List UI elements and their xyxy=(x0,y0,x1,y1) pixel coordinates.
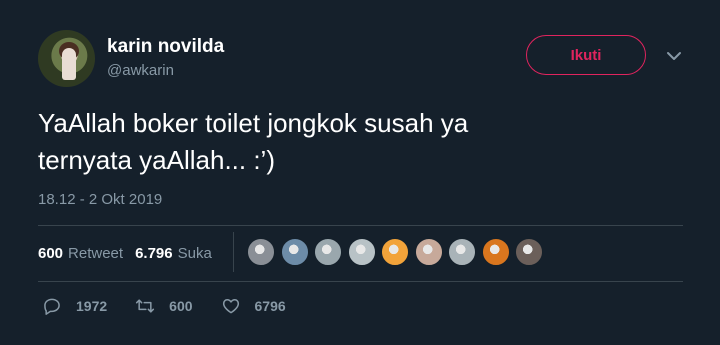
liker-avatar-3[interactable] xyxy=(314,238,342,266)
reply-count: 1972 xyxy=(76,298,108,314)
likes-label[interactable]: Suka xyxy=(178,245,212,262)
tweet-text-line-1: YaAllah boker toilet jongkok susah ya xyxy=(38,108,469,138)
reply-action[interactable]: 1972 xyxy=(42,296,107,316)
like-count: 6796 xyxy=(254,298,286,314)
liker-avatar-1[interactable] xyxy=(247,238,275,266)
retweets-count[interactable]: 600 xyxy=(38,245,63,262)
chevron-down-icon[interactable] xyxy=(666,50,682,62)
liker-avatar-6[interactable] xyxy=(414,238,443,266)
tweet-stats: 600 Retweet 6.796 Suka xyxy=(38,242,224,264)
user-handle[interactable]: @awkarin xyxy=(107,62,174,79)
tweet-actions: 1972 600 6796 xyxy=(42,296,314,316)
stats-separator xyxy=(233,232,234,272)
retweet-count: 600 xyxy=(169,298,193,314)
retweet-icon xyxy=(136,299,155,313)
display-name[interactable]: karin novilda xyxy=(107,36,224,58)
star-avatar[interactable] xyxy=(481,238,510,266)
retweet-action[interactable]: 600 xyxy=(135,296,193,316)
tweet-text-line-2: ternyata yaAllah... :’) xyxy=(38,145,275,175)
follow-button[interactable]: Ikuti xyxy=(526,35,646,75)
retweets-label[interactable]: Retweet xyxy=(68,245,123,262)
like-action[interactable]: 6796 xyxy=(221,296,286,316)
avatar-figure xyxy=(62,48,76,80)
tweet-text: YaAllah boker toilet jongkok susah ya te… xyxy=(38,105,678,179)
liker-avatars xyxy=(247,238,549,266)
tweet-timestamp[interactable]: 18.12 - 2 Okt 2019 xyxy=(38,191,162,208)
reply-icon xyxy=(44,298,60,315)
likes-count[interactable]: 6.796 xyxy=(135,245,173,262)
avatar[interactable] xyxy=(38,30,95,87)
emoji-avatar[interactable] xyxy=(381,238,409,266)
tweet-card: karin novilda @awkarin Ikuti YaAllah bok… xyxy=(0,0,720,345)
liker-avatar-7[interactable] xyxy=(448,238,476,266)
liker-avatar-2[interactable] xyxy=(280,238,309,266)
liker-avatar-9[interactable] xyxy=(515,238,543,266)
divider xyxy=(38,281,683,282)
liker-avatar-4[interactable] xyxy=(347,238,376,266)
divider xyxy=(38,225,683,226)
heart-icon xyxy=(222,299,239,314)
